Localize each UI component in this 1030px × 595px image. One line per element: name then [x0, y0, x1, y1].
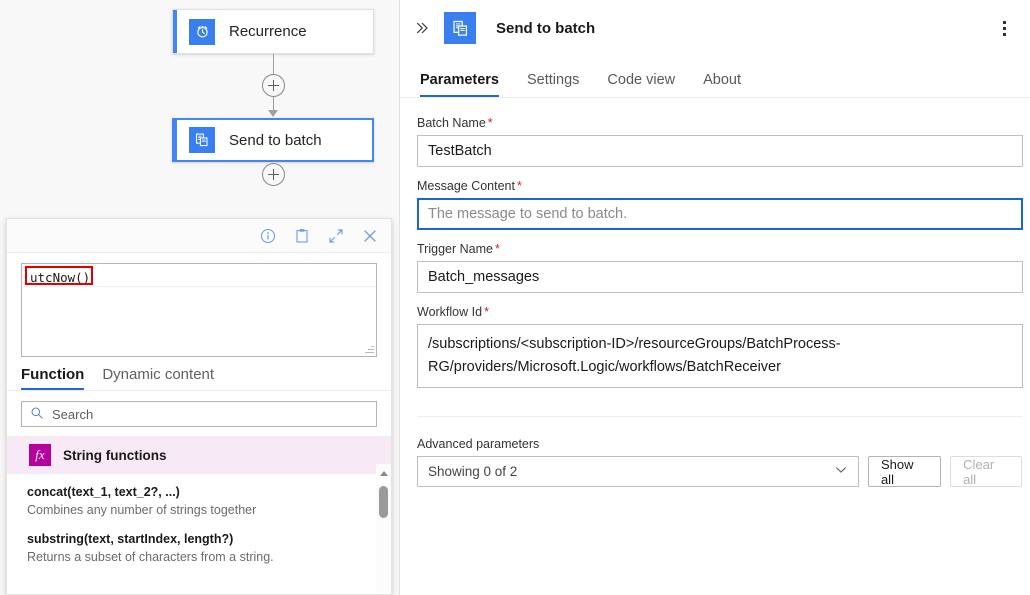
list-item[interactable]: substring(text, startIndex, length?) Ret…	[27, 530, 391, 566]
tab-about[interactable]: About	[703, 72, 741, 97]
field-label: Batch Name*	[417, 116, 1022, 130]
field-label-text: Message Content	[417, 179, 515, 193]
field-label-text: Batch Name	[417, 116, 486, 130]
scrollbar-track	[376, 464, 391, 594]
field-label-text: Workflow Id	[417, 305, 482, 319]
clock-icon	[189, 19, 215, 45]
node-accent-bar	[173, 10, 177, 53]
batch-name-input[interactable]: TestBatch	[417, 135, 1023, 167]
connector-line-bottom	[273, 97, 274, 110]
clipboard-paste-icon[interactable]	[293, 227, 311, 245]
info-icon[interactable]	[259, 227, 277, 245]
field-trigger-name: Trigger Name* Batch_messages	[417, 242, 1022, 293]
tab-settings[interactable]: Settings	[527, 72, 579, 97]
function-description: Combines any number of strings together	[27, 501, 391, 519]
field-batch-name: Batch Name* TestBatch	[417, 116, 1022, 167]
close-icon[interactable]	[361, 227, 379, 245]
search-placeholder: Search	[52, 407, 93, 422]
scrollbar-thumb[interactable]	[379, 486, 388, 518]
expression-value: utcNow()	[28, 269, 92, 286]
batch-icon	[444, 12, 476, 44]
section-divider	[417, 416, 1023, 417]
search-icon	[30, 406, 44, 423]
expression-editor-toolbar	[7, 219, 391, 253]
required-marker: *	[488, 116, 493, 130]
expression-input[interactable]: utcNow()	[21, 263, 377, 357]
fx-icon: fx	[29, 444, 51, 466]
connector-arrowhead	[268, 110, 278, 117]
function-search-row: Search	[7, 391, 391, 436]
field-workflow-id: Workflow Id* /subscriptions/<subscriptio…	[417, 305, 1022, 388]
field-label: Workflow Id*	[417, 305, 1022, 319]
batch-icon	[189, 127, 215, 153]
search-input[interactable]: Search	[21, 401, 377, 427]
tab-parameters[interactable]: Parameters	[420, 72, 499, 97]
parameters-form: Batch Name* TestBatch Message Content* T…	[400, 98, 1030, 487]
message-content-input[interactable]: The message to send to batch.	[417, 198, 1023, 230]
add-step-button-1[interactable]	[262, 74, 285, 97]
required-marker: *	[517, 179, 522, 193]
show-all-button[interactable]: Show all	[868, 456, 941, 487]
workflow-node-recurrence[interactable]: Recurrence	[172, 9, 374, 54]
node-accent-bar	[174, 120, 177, 160]
function-group-string-functions[interactable]: fx String functions	[7, 436, 391, 474]
function-signature: substring(text, startIndex, length?)	[27, 530, 391, 548]
expand-icon[interactable]	[327, 227, 345, 245]
panel-header: Send to batch	[400, 0, 1030, 56]
scroll-up-arrow-icon[interactable]	[380, 471, 388, 476]
expression-editor-popup: utcNow() Function Dynamic content	[6, 218, 392, 595]
advanced-parameters-value: Showing 0 of 2	[428, 464, 517, 479]
function-signature: concat(text_1, text_2?, ...)	[27, 483, 391, 501]
field-message-content: Message Content* The message to send to …	[417, 179, 1022, 230]
resize-grip[interactable]	[364, 344, 374, 354]
tab-code-view[interactable]: Code view	[607, 72, 675, 97]
tab-dynamic-content[interactable]: Dynamic content	[102, 366, 214, 390]
advanced-parameters-select[interactable]: Showing 0 of 2	[417, 456, 859, 487]
field-label: Message Content*	[417, 179, 1022, 193]
page-title: Send to batch	[496, 20, 992, 37]
tab-function[interactable]: Function	[21, 366, 84, 390]
clear-all-button: Clear all	[950, 456, 1022, 487]
advanced-parameters-section: Advanced parameters Showing 0 of 2 Show …	[417, 437, 1022, 487]
function-list-scrollbar[interactable]	[376, 464, 391, 594]
advanced-parameters-label: Advanced parameters	[417, 437, 1022, 451]
workflow-node-label: Recurrence	[229, 23, 307, 40]
double-chevron-right-icon[interactable]	[412, 18, 432, 38]
action-details-panel: Send to batch Parameters Settings Code v…	[400, 0, 1030, 595]
workflow-canvas: Recurrence Send to batch	[0, 0, 399, 595]
function-list: concat(text_1, text_2?, ...) Combines an…	[7, 474, 391, 567]
trigger-name-input[interactable]: Batch_messages	[417, 261, 1023, 293]
more-vertical-icon[interactable]	[992, 16, 1016, 40]
panel-tabs: Parameters Settings Code view About	[400, 56, 1030, 98]
required-marker: *	[484, 305, 489, 319]
function-description: Returns a subset of characters from a st…	[27, 548, 391, 566]
connector-line-top	[273, 54, 274, 74]
expression-editor-tabs: Function Dynamic content	[7, 357, 391, 391]
add-step-button-2[interactable]	[262, 163, 285, 186]
workflow-node-send-to-batch[interactable]: Send to batch	[172, 118, 374, 162]
field-label: Trigger Name*	[417, 242, 1022, 256]
field-label-text: Trigger Name	[417, 242, 493, 256]
expression-line-divider	[22, 286, 376, 287]
chevron-down-icon	[834, 463, 848, 480]
workflow-id-input[interactable]: /subscriptions/<subscription-ID>/resourc…	[417, 324, 1023, 388]
function-group-title: String functions	[63, 448, 167, 463]
list-item[interactable]: concat(text_1, text_2?, ...) Combines an…	[27, 483, 391, 519]
required-marker: *	[495, 242, 500, 256]
workflow-node-label: Send to batch	[229, 132, 322, 149]
